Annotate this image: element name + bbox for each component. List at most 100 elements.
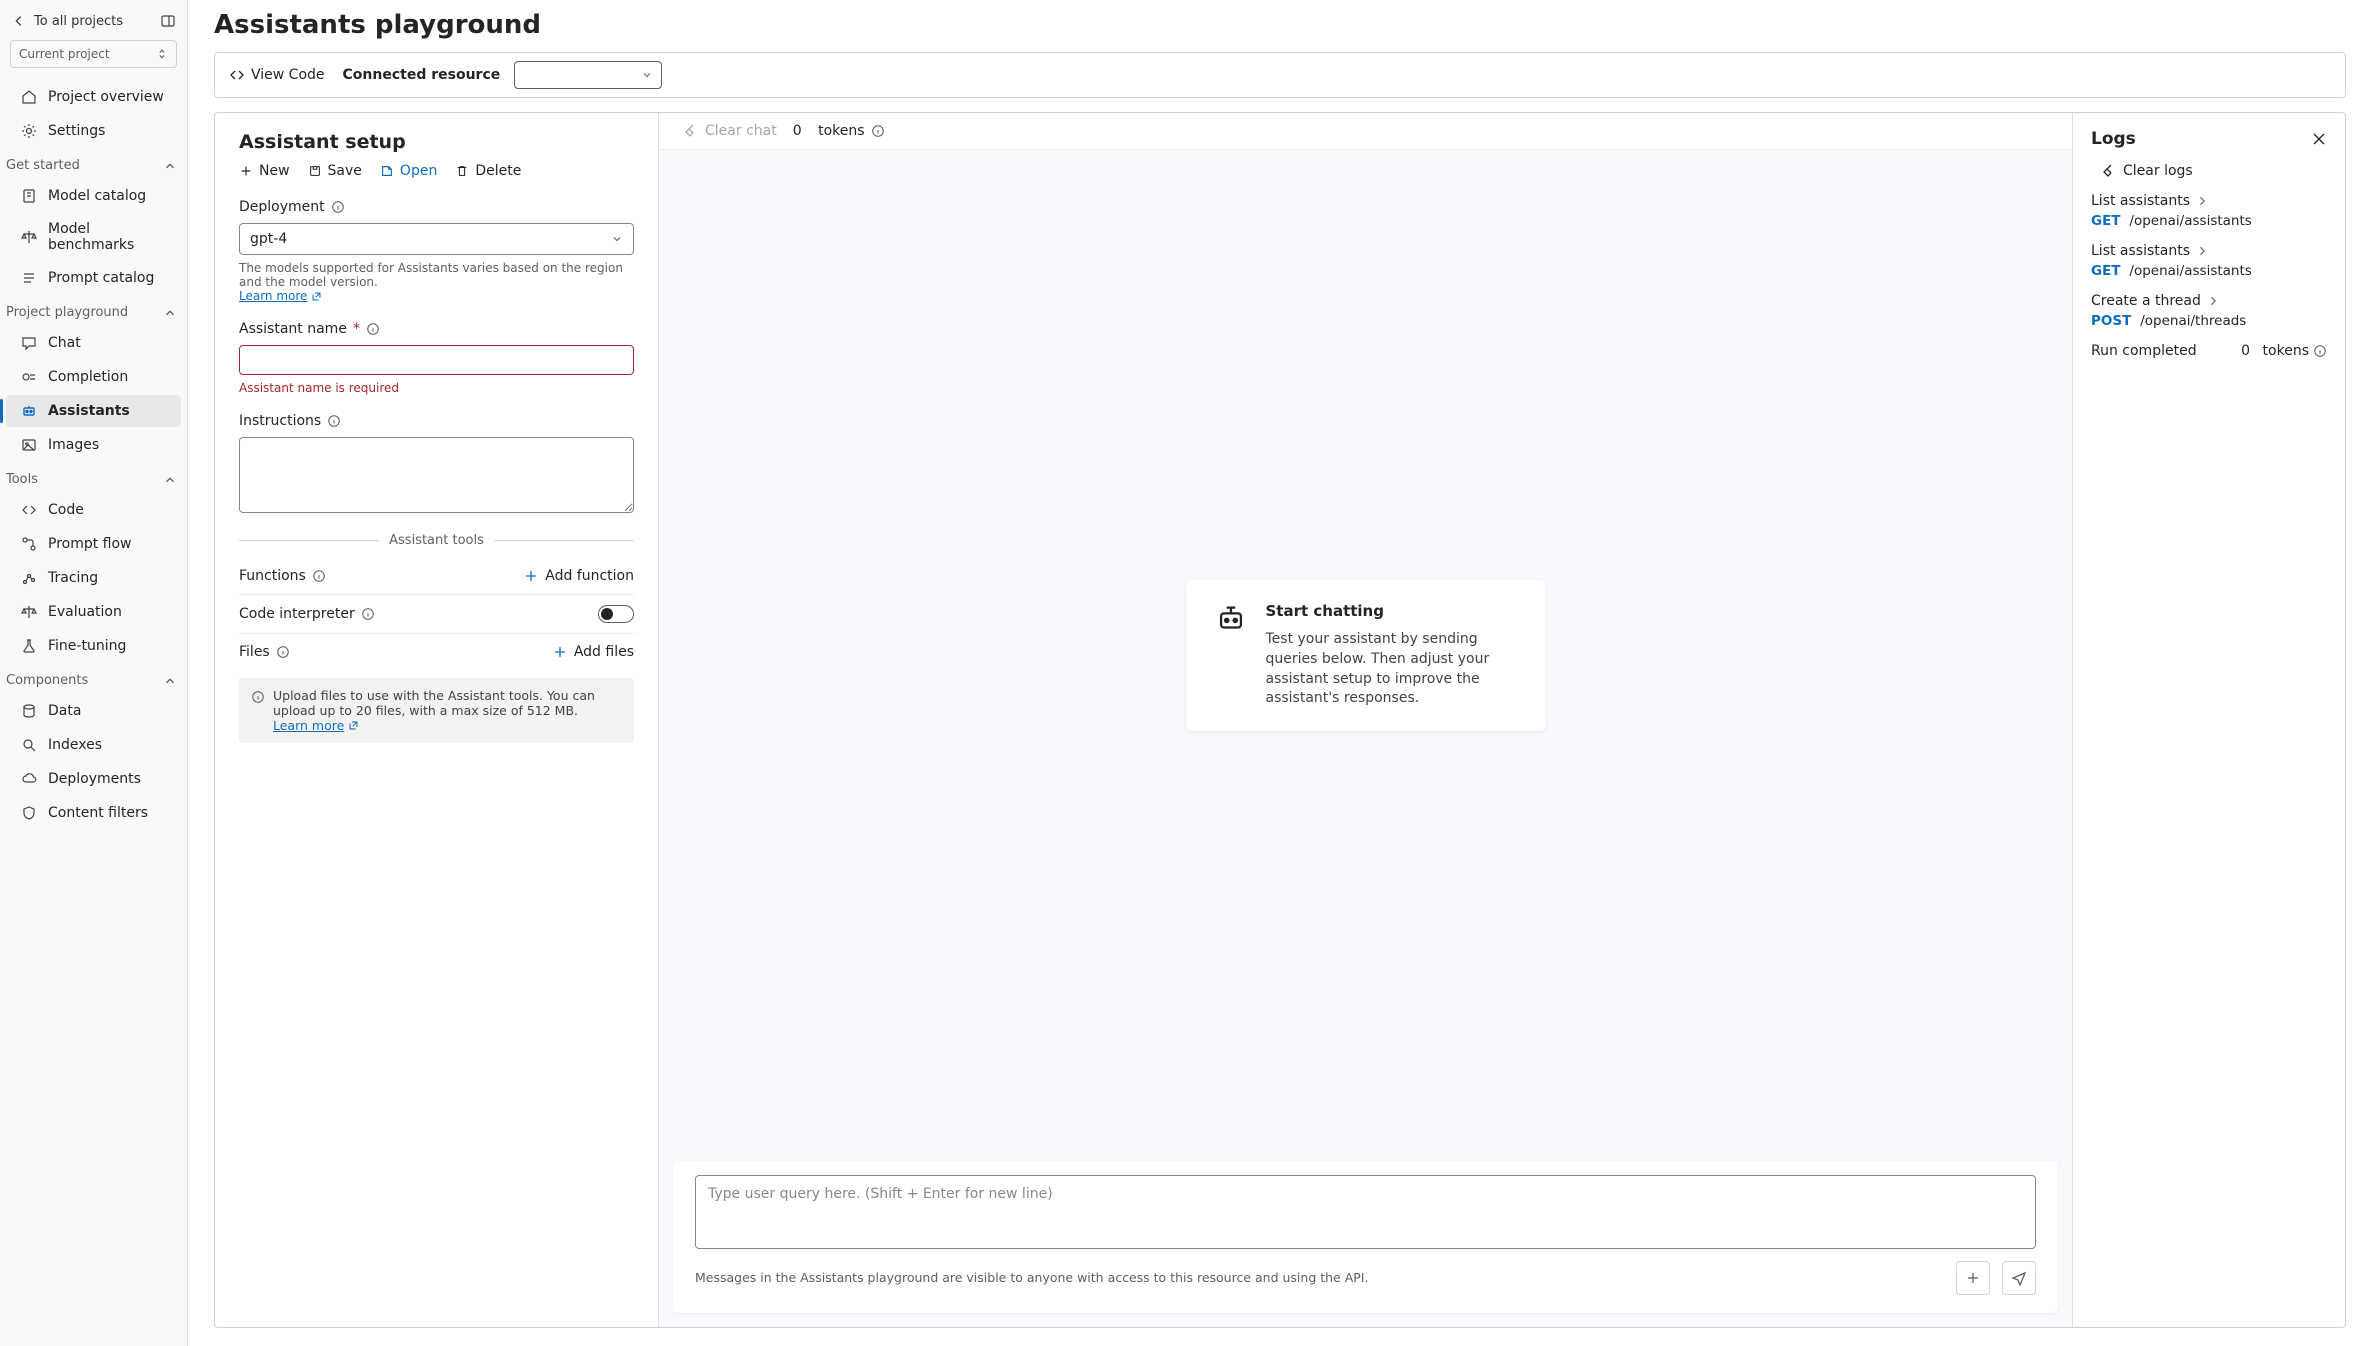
view-code-button[interactable]: View Code bbox=[229, 67, 325, 83]
chevron-up-icon bbox=[163, 159, 177, 173]
log-entry[interactable]: List assistants GET /openai/assistants bbox=[2091, 193, 2327, 229]
assistant-name-input[interactable] bbox=[239, 345, 634, 375]
instructions-textarea[interactable] bbox=[239, 437, 634, 513]
nav-fine-tuning[interactable]: Fine-tuning bbox=[6, 630, 181, 662]
info-icon[interactable] bbox=[2313, 344, 2327, 358]
functions-label: Functions bbox=[239, 568, 326, 584]
log-entry[interactable]: Create a thread POST /openai/threads bbox=[2091, 293, 2327, 329]
nav-evaluation[interactable]: Evaluation bbox=[6, 596, 181, 628]
attach-button[interactable] bbox=[1956, 1261, 1990, 1295]
start-chatting-card: Start chatting Test your assistant by se… bbox=[1186, 580, 1546, 730]
nav-chat[interactable]: Chat bbox=[6, 327, 181, 359]
nav-label: Settings bbox=[48, 123, 105, 139]
scale-icon bbox=[20, 228, 38, 246]
assistant-name-error: Assistant name is required bbox=[239, 381, 634, 395]
plus-icon bbox=[239, 164, 253, 178]
info-icon[interactable] bbox=[276, 645, 290, 659]
section-get-started[interactable]: Get started bbox=[0, 148, 187, 179]
chevron-up-icon bbox=[163, 473, 177, 487]
info-icon[interactable] bbox=[312, 569, 326, 583]
assistant-icon bbox=[20, 402, 38, 420]
save-button[interactable]: Save bbox=[308, 163, 362, 179]
nav-label: Project overview bbox=[48, 89, 164, 105]
nav-model-benchmarks[interactable]: Model benchmarks bbox=[6, 214, 181, 260]
clear-logs-button[interactable]: Clear logs bbox=[2101, 163, 2327, 179]
nav-assistants[interactable]: Assistants bbox=[6, 395, 181, 427]
add-function-button[interactable]: Add function bbox=[523, 568, 634, 584]
connected-resource-select[interactable] bbox=[514, 61, 662, 89]
clear-chat-button[interactable]: Clear chat bbox=[683, 123, 777, 139]
add-files-button[interactable]: Add files bbox=[552, 644, 634, 660]
nav-prompt-catalog[interactable]: Prompt catalog bbox=[6, 262, 181, 294]
close-logs-button[interactable] bbox=[2311, 131, 2327, 147]
nav-deployments[interactable]: Deployments bbox=[6, 763, 181, 795]
setup-title: Assistant setup bbox=[239, 131, 634, 153]
current-project-selector[interactable]: Current project bbox=[10, 40, 177, 68]
section-playground[interactable]: Project playground bbox=[0, 295, 187, 326]
section-components[interactable]: Components bbox=[0, 663, 187, 694]
chat-panel: Clear chat 0 tokens Start chatting Test … bbox=[659, 113, 2073, 1327]
chevron-up-icon bbox=[163, 306, 177, 320]
start-title: Start chatting bbox=[1266, 602, 1518, 620]
new-button[interactable]: New bbox=[239, 163, 290, 179]
nav-completion[interactable]: Completion bbox=[6, 361, 181, 393]
nav-model-catalog[interactable]: Model catalog bbox=[6, 180, 181, 212]
chevron-up-icon bbox=[163, 674, 177, 688]
tracing-icon bbox=[20, 569, 38, 587]
chat-icon bbox=[20, 334, 38, 352]
logs-panel: Logs Clear logs List assistants GET /ope… bbox=[2073, 113, 2345, 1327]
page-title: Assistants playground bbox=[214, 10, 2346, 40]
chevron-right-icon bbox=[2207, 295, 2219, 307]
nav-settings[interactable]: Settings bbox=[6, 115, 181, 147]
sidebar: To all projects Current project Project … bbox=[0, 0, 188, 1346]
info-icon[interactable] bbox=[361, 607, 375, 621]
scale-icon bbox=[20, 603, 38, 621]
nav-content-filters[interactable]: Content filters bbox=[6, 797, 181, 829]
nav-indexes[interactable]: Indexes bbox=[6, 729, 181, 761]
top-toolbar: View Code Connected resource bbox=[214, 52, 2346, 98]
broom-icon bbox=[683, 123, 699, 139]
cloud-icon bbox=[20, 770, 38, 788]
deployment-learn-more-link[interactable]: Learn more bbox=[239, 289, 322, 303]
section-tools[interactable]: Tools bbox=[0, 462, 187, 493]
back-label: To all projects bbox=[34, 14, 123, 29]
info-icon[interactable] bbox=[871, 124, 885, 138]
chevron-updown-icon bbox=[156, 48, 168, 60]
nav-tracing[interactable]: Tracing bbox=[6, 562, 181, 594]
delete-button[interactable]: Delete bbox=[455, 163, 521, 179]
deployment-select[interactable]: gpt-4 bbox=[239, 223, 634, 255]
connected-resource-label: Connected resource bbox=[343, 67, 501, 83]
open-button[interactable]: Open bbox=[380, 163, 437, 179]
files-learn-more-link[interactable]: Learn more bbox=[273, 718, 359, 733]
nav-project-overview[interactable]: Project overview bbox=[6, 81, 181, 113]
info-icon[interactable] bbox=[327, 414, 341, 428]
code-interpreter-toggle[interactable] bbox=[598, 605, 634, 623]
info-icon[interactable] bbox=[366, 322, 380, 336]
broom-icon bbox=[2101, 163, 2117, 179]
run-completed-row: Run completed 0 tokens bbox=[2091, 343, 2327, 359]
chat-hint: Messages in the Assistants playground ar… bbox=[695, 1269, 1944, 1287]
external-link-icon bbox=[348, 720, 359, 731]
nav-data[interactable]: Data bbox=[6, 695, 181, 727]
panel-collapse-icon[interactable] bbox=[159, 12, 177, 30]
external-link-icon bbox=[311, 291, 322, 302]
nav-images[interactable]: Images bbox=[6, 429, 181, 461]
trash-icon bbox=[455, 164, 469, 178]
instructions-label: Instructions bbox=[239, 413, 634, 429]
index-icon bbox=[20, 736, 38, 754]
open-icon bbox=[380, 164, 394, 178]
chat-input[interactable] bbox=[695, 1175, 2036, 1249]
home-icon bbox=[20, 88, 38, 106]
start-body: Test your assistant by sending queries b… bbox=[1266, 630, 1518, 708]
chevron-down-icon bbox=[641, 69, 653, 81]
info-icon[interactable] bbox=[331, 200, 345, 214]
arrow-left-icon bbox=[10, 12, 28, 30]
nav-prompt-flow[interactable]: Prompt flow bbox=[6, 528, 181, 560]
nav-code[interactable]: Code bbox=[6, 494, 181, 526]
send-button[interactable] bbox=[2002, 1261, 2036, 1295]
deployment-label: Deployment bbox=[239, 199, 634, 215]
flow-icon bbox=[20, 535, 38, 553]
back-to-projects-link[interactable]: To all projects bbox=[10, 12, 123, 30]
chevron-right-icon bbox=[2196, 245, 2208, 257]
log-entry[interactable]: List assistants GET /openai/assistants bbox=[2091, 243, 2327, 279]
